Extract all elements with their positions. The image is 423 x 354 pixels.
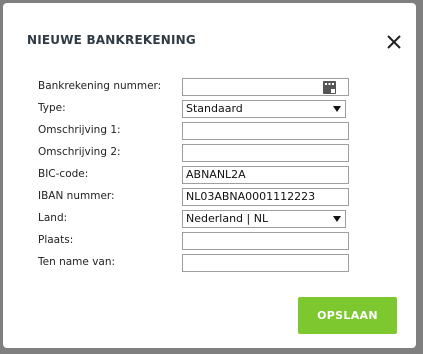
- new-bank-account-dialog: NIEUWE BANKREKENING Bankrekening nummer:…: [3, 3, 416, 348]
- row-bic: BIC-code: ABNANL2A: [3, 166, 416, 184]
- omschrijving-1-input[interactable]: [182, 122, 349, 140]
- land-select-value: Nederland | NL: [186, 212, 269, 225]
- chevron-down-icon: [333, 106, 341, 112]
- label-plaats: Plaats:: [38, 234, 74, 246]
- label-land: Land:: [38, 212, 68, 224]
- chevron-down-icon: [333, 216, 341, 222]
- label-bankrekening: Bankrekening nummer:: [38, 80, 162, 92]
- row-omschrijving-2: Omschrijving 2:: [3, 144, 416, 162]
- row-type: Type: Standaard: [3, 100, 416, 118]
- label-ten-name-van: Ten name van:: [38, 256, 116, 268]
- row-omschrijving-1: Omschrijving 1:: [3, 122, 416, 140]
- close-icon[interactable]: [386, 34, 402, 50]
- iban-input[interactable]: NL03ABNA0001112223: [182, 188, 349, 206]
- label-type: Type:: [38, 102, 66, 114]
- omschrijving-2-input[interactable]: [182, 144, 349, 162]
- bic-input[interactable]: ABNANL2A: [182, 166, 349, 184]
- ten-name-van-input[interactable]: [182, 254, 349, 272]
- row-plaats: Plaats:: [3, 232, 416, 250]
- label-iban: IBAN nummer:: [38, 190, 115, 202]
- label-omschrijving-1: Omschrijving 1:: [38, 124, 121, 136]
- label-omschrijving-2: Omschrijving 2:: [38, 146, 121, 158]
- type-select-value: Standaard: [186, 102, 243, 115]
- row-bankrekening: Bankrekening nummer:: [3, 78, 416, 96]
- land-select[interactable]: Nederland | NL: [182, 210, 346, 228]
- save-button[interactable]: OPSLAAN: [298, 297, 397, 334]
- row-ten-name-van: Ten name van:: [3, 254, 416, 272]
- dialog-title: NIEUWE BANKREKENING: [27, 33, 196, 47]
- calculator-icon[interactable]: [323, 81, 336, 94]
- row-iban: IBAN nummer: NL03ABNA0001112223: [3, 188, 416, 206]
- type-select[interactable]: Standaard: [182, 100, 346, 118]
- plaats-input[interactable]: [182, 232, 349, 250]
- label-bic: BIC-code:: [38, 168, 89, 180]
- row-land: Land: Nederland | NL: [3, 210, 416, 228]
